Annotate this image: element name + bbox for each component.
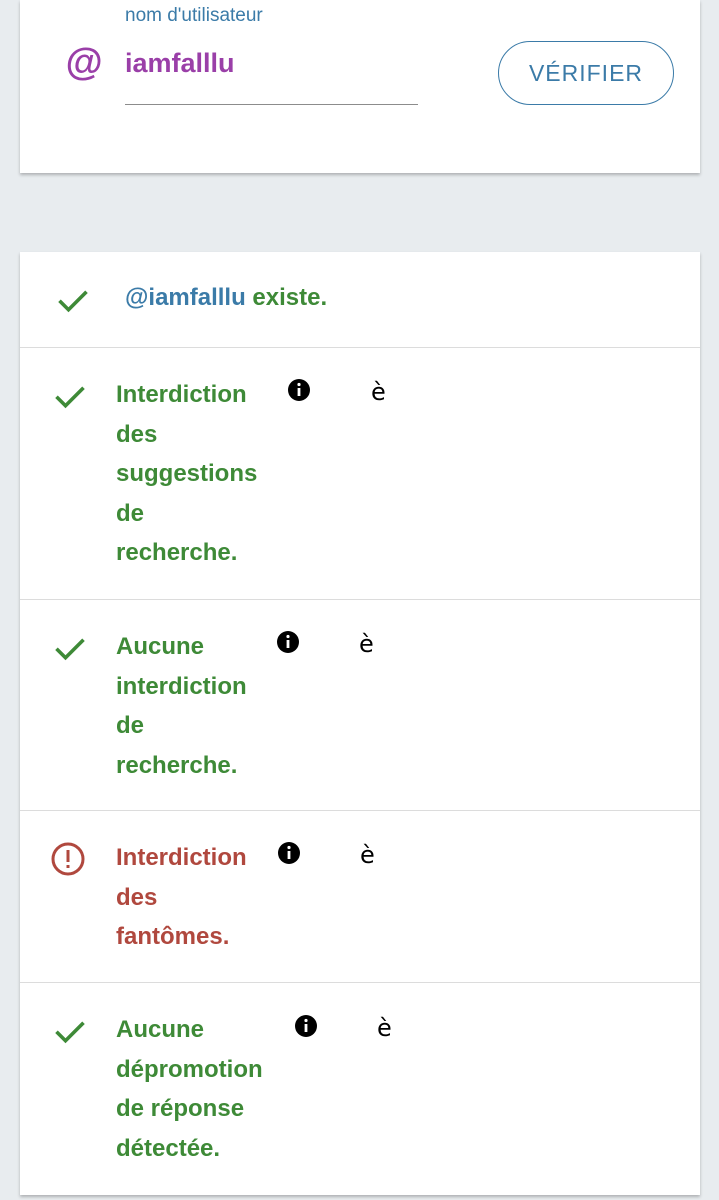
stray-character: è <box>377 1014 392 1042</box>
check-label-line: interdiction <box>116 672 247 700</box>
check-icon <box>55 386 85 409</box>
exists-text: @iamfalllu existe. <box>125 280 327 316</box>
info-icon[interactable] <box>276 630 300 654</box>
result-row-ghost-ban: Interdiction des fantômes. è <box>20 811 700 983</box>
info-icon[interactable] <box>277 841 301 865</box>
stray-character: è <box>360 841 375 869</box>
check-label-line: détectée. <box>116 1134 221 1162</box>
result-row-search-ban: Aucune interdiction de recherche. è <box>20 600 700 811</box>
at-icon: @ <box>65 42 103 84</box>
check-icon <box>58 290 88 313</box>
check-label: Aucune dépromotion de réponse détectée. <box>116 1010 263 1168</box>
result-row-search-suggestion-ban: Interdiction des suggestions de recherch… <box>20 348 700 600</box>
check-label-line: Interdiction <box>116 381 247 408</box>
username-field-label: nom d'utilisateur <box>125 5 263 26</box>
check-label-line: de réponse <box>116 1095 245 1122</box>
check-label: Aucune interdiction de recherche. <box>116 627 247 785</box>
check-label-line: de <box>116 712 145 739</box>
check-icon <box>55 638 85 661</box>
username-input-underline <box>125 104 418 105</box>
check-label-line: de <box>116 499 145 527</box>
exists-suffix: existe. <box>245 284 328 311</box>
info-icon[interactable] <box>294 1014 318 1038</box>
username-card: @ nom d'utilisateur iamfalllu VÉRIFIER <box>20 0 700 173</box>
check-label-line: fantômes. <box>116 923 230 950</box>
verify-button[interactable]: VÉRIFIER <box>498 41 674 105</box>
check-label-line: recherche. <box>116 751 238 779</box>
check-label: Interdiction des fantômes. <box>116 838 247 957</box>
exclamation-circle-icon <box>51 842 85 876</box>
result-row-reply-deboosting: Aucune dépromotion de réponse détectée. … <box>20 983 700 1195</box>
check-label-line: Aucune <box>116 1016 205 1043</box>
check-label-line: recherche. <box>116 539 238 566</box>
stray-character: è <box>359 630 374 658</box>
check-label-line: des <box>116 883 158 911</box>
result-row-exists: @iamfalllu existe. <box>20 252 700 348</box>
results-card: @iamfalllu existe. Interdiction des sugg… <box>20 252 700 1195</box>
check-label: Interdiction des suggestions de recherch… <box>116 375 257 573</box>
stray-character: è <box>371 378 386 406</box>
check-label-line: dépromotion <box>116 1055 263 1083</box>
username-input[interactable]: iamfalllu <box>125 48 417 79</box>
check-label-line: Aucune <box>116 633 205 660</box>
check-icon <box>55 1021 85 1044</box>
check-label-line: suggestions <box>116 460 258 487</box>
check-label-line: Interdiction <box>116 844 247 871</box>
exists-handle: @iamfalllu <box>125 284 246 311</box>
check-label-line: des <box>116 420 158 448</box>
info-icon[interactable] <box>287 378 311 402</box>
